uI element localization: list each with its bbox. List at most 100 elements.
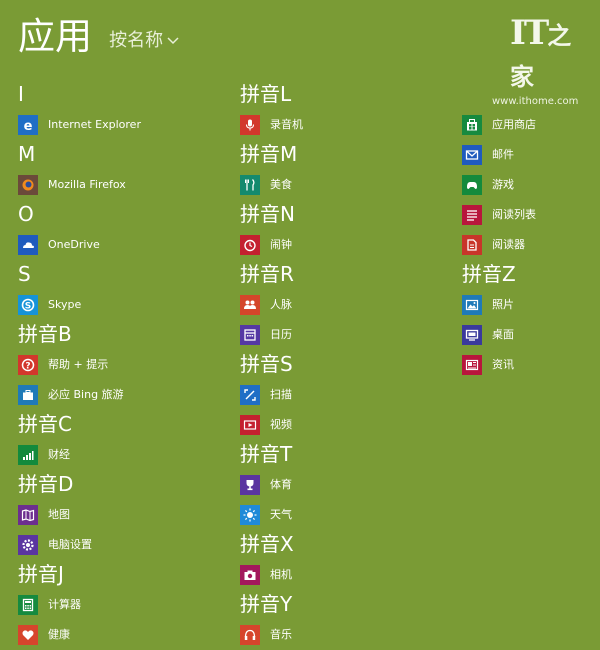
app-store[interactable]: 应用商店 <box>462 110 600 140</box>
app-music[interactable]: 音乐 <box>240 620 450 650</box>
app-label: 健康 <box>48 628 70 641</box>
app-label: 视频 <box>270 418 292 431</box>
reader-icon <box>462 235 482 255</box>
group-header[interactable]: O <box>18 200 228 230</box>
group-header[interactable]: 拼音D <box>18 470 228 500</box>
map-icon <box>18 505 38 525</box>
group-header[interactable]: 拼音R <box>240 260 450 290</box>
app-calendar[interactable]: 日历 <box>240 320 450 350</box>
app-label: 资讯 <box>492 358 514 371</box>
sun-icon <box>240 505 260 525</box>
app-sports[interactable]: 体育 <box>240 470 450 500</box>
app-calculator[interactable]: 计算器 <box>18 590 228 620</box>
group-header[interactable]: 拼音X <box>240 530 450 560</box>
video-icon <box>240 415 260 435</box>
app-reader[interactable]: 阅读器 <box>462 230 600 260</box>
svg-text:?: ? <box>25 362 30 372</box>
app-label: 闹钟 <box>270 238 292 251</box>
app-pc-settings[interactable]: 电脑设置 <box>18 530 228 560</box>
app-list-header: 应用 按名称 <box>18 14 179 64</box>
app-label: OneDrive <box>48 238 100 251</box>
app-mozilla-firefox[interactable]: Mozilla Firefox <box>18 170 228 200</box>
app-column-3: 应用商店邮件游戏阅读列表阅读器拼音Z 照片 桌面资讯 <box>462 80 600 380</box>
mail-icon <box>462 145 482 165</box>
app-internet-explorer[interactable]: e Internet Explorer <box>18 110 228 140</box>
app-mail[interactable]: 邮件 <box>462 140 600 170</box>
store-icon <box>462 115 482 135</box>
app-bing-travel[interactable]: 必应 Bing 旅游 <box>18 380 228 410</box>
group-header[interactable]: 拼音M <box>240 140 450 170</box>
camera-icon <box>240 565 260 585</box>
app-desktop[interactable]: 桌面 <box>462 320 600 350</box>
app-label: 录音机 <box>270 118 303 131</box>
scan-icon <box>240 385 260 405</box>
app-games[interactable]: 游戏 <box>462 170 600 200</box>
app-health[interactable]: 健康 <box>18 620 228 650</box>
group-header[interactable]: M <box>18 140 228 170</box>
group-header[interactable]: 拼音Y <box>240 590 450 620</box>
app-reading-list[interactable]: 阅读列表 <box>462 200 600 230</box>
ithome-watermark: IT之家 www.ithome.com <box>492 14 584 107</box>
app-weather[interactable]: 天气 <box>240 500 450 530</box>
group-header[interactable]: 拼音Z <box>462 260 600 290</box>
app-alarms[interactable]: 闹钟 <box>240 230 450 260</box>
gear-icon <box>18 535 38 555</box>
group-header[interactable]: 拼音T <box>240 440 450 470</box>
reading-list-icon <box>462 205 482 225</box>
app-column-2: 拼音L 录音机拼音M 美食拼音N 闹钟拼音R 人脉日历拼音S 扫描视频拼音T 体育天气 拼音X… <box>240 80 450 650</box>
svg-text:e: e <box>24 119 33 132</box>
group-header[interactable]: 拼音S <box>240 350 450 380</box>
sort-label: 按名称 <box>109 30 164 51</box>
app-label: 游戏 <box>492 178 514 191</box>
food-icon <box>240 175 260 195</box>
app-label: 必应 Bing 旅游 <box>48 388 124 401</box>
app-camera[interactable]: 相机 <box>240 560 450 590</box>
people-icon <box>240 295 260 315</box>
sort-dropdown[interactable]: 按名称 <box>109 28 179 60</box>
app-onedrive[interactable]: OneDrive <box>18 230 228 260</box>
app-label: 美食 <box>270 178 292 191</box>
group-header[interactable]: 拼音C <box>18 410 228 440</box>
app-finance[interactable]: 财经 <box>18 440 228 470</box>
app-column-1: Ie Internet Explorer M Mozilla Firefox O OneD… <box>18 80 228 650</box>
app-label: 体育 <box>270 478 292 491</box>
app-label: 阅读列表 <box>492 208 536 221</box>
group-header[interactable]: I <box>18 80 228 110</box>
group-header[interactable]: 拼音N <box>240 200 450 230</box>
app-label: 阅读器 <box>492 238 525 251</box>
app-photos[interactable]: 照片 <box>462 290 600 320</box>
app-people[interactable]: 人脉 <box>240 290 450 320</box>
page-title: 应用 <box>18 15 92 58</box>
app-food[interactable]: 美食 <box>240 170 450 200</box>
app-maps[interactable]: 地图 <box>18 500 228 530</box>
headphones-icon <box>240 625 260 645</box>
group-header[interactable]: 拼音B <box>18 320 228 350</box>
app-label: 邮件 <box>492 148 514 161</box>
alarm-icon <box>240 235 260 255</box>
ie-icon: e <box>18 115 38 135</box>
group-header[interactable]: 拼音J <box>18 560 228 590</box>
app-label: 帮助 + 提示 <box>48 358 109 371</box>
help-icon: ? <box>18 355 38 375</box>
app-label: 财经 <box>48 448 70 461</box>
app-sound-recorder[interactable]: 录音机 <box>240 110 450 140</box>
skype-icon: S <box>18 295 38 315</box>
app-label: 日历 <box>270 328 292 341</box>
app-video[interactable]: 视频 <box>240 410 450 440</box>
calendar-icon <box>240 325 260 345</box>
gamepad-icon <box>462 175 482 195</box>
app-label: 人脉 <box>270 298 292 311</box>
app-scan[interactable]: 扫描 <box>240 380 450 410</box>
group-header[interactable]: 拼音L <box>240 80 450 110</box>
app-label: 扫描 <box>270 388 292 401</box>
app-skype[interactable]: S Skype <box>18 290 228 320</box>
group-header[interactable]: S <box>18 260 228 290</box>
trophy-icon <box>240 475 260 495</box>
photo-icon <box>462 295 482 315</box>
svg-text:S: S <box>25 302 31 312</box>
app-news[interactable]: 资讯 <box>462 350 600 380</box>
app-help-tips[interactable]: ? 帮助 + 提示 <box>18 350 228 380</box>
app-label: Mozilla Firefox <box>48 178 126 191</box>
app-label: 音乐 <box>270 628 292 641</box>
app-label: 电脑设置 <box>48 538 92 551</box>
